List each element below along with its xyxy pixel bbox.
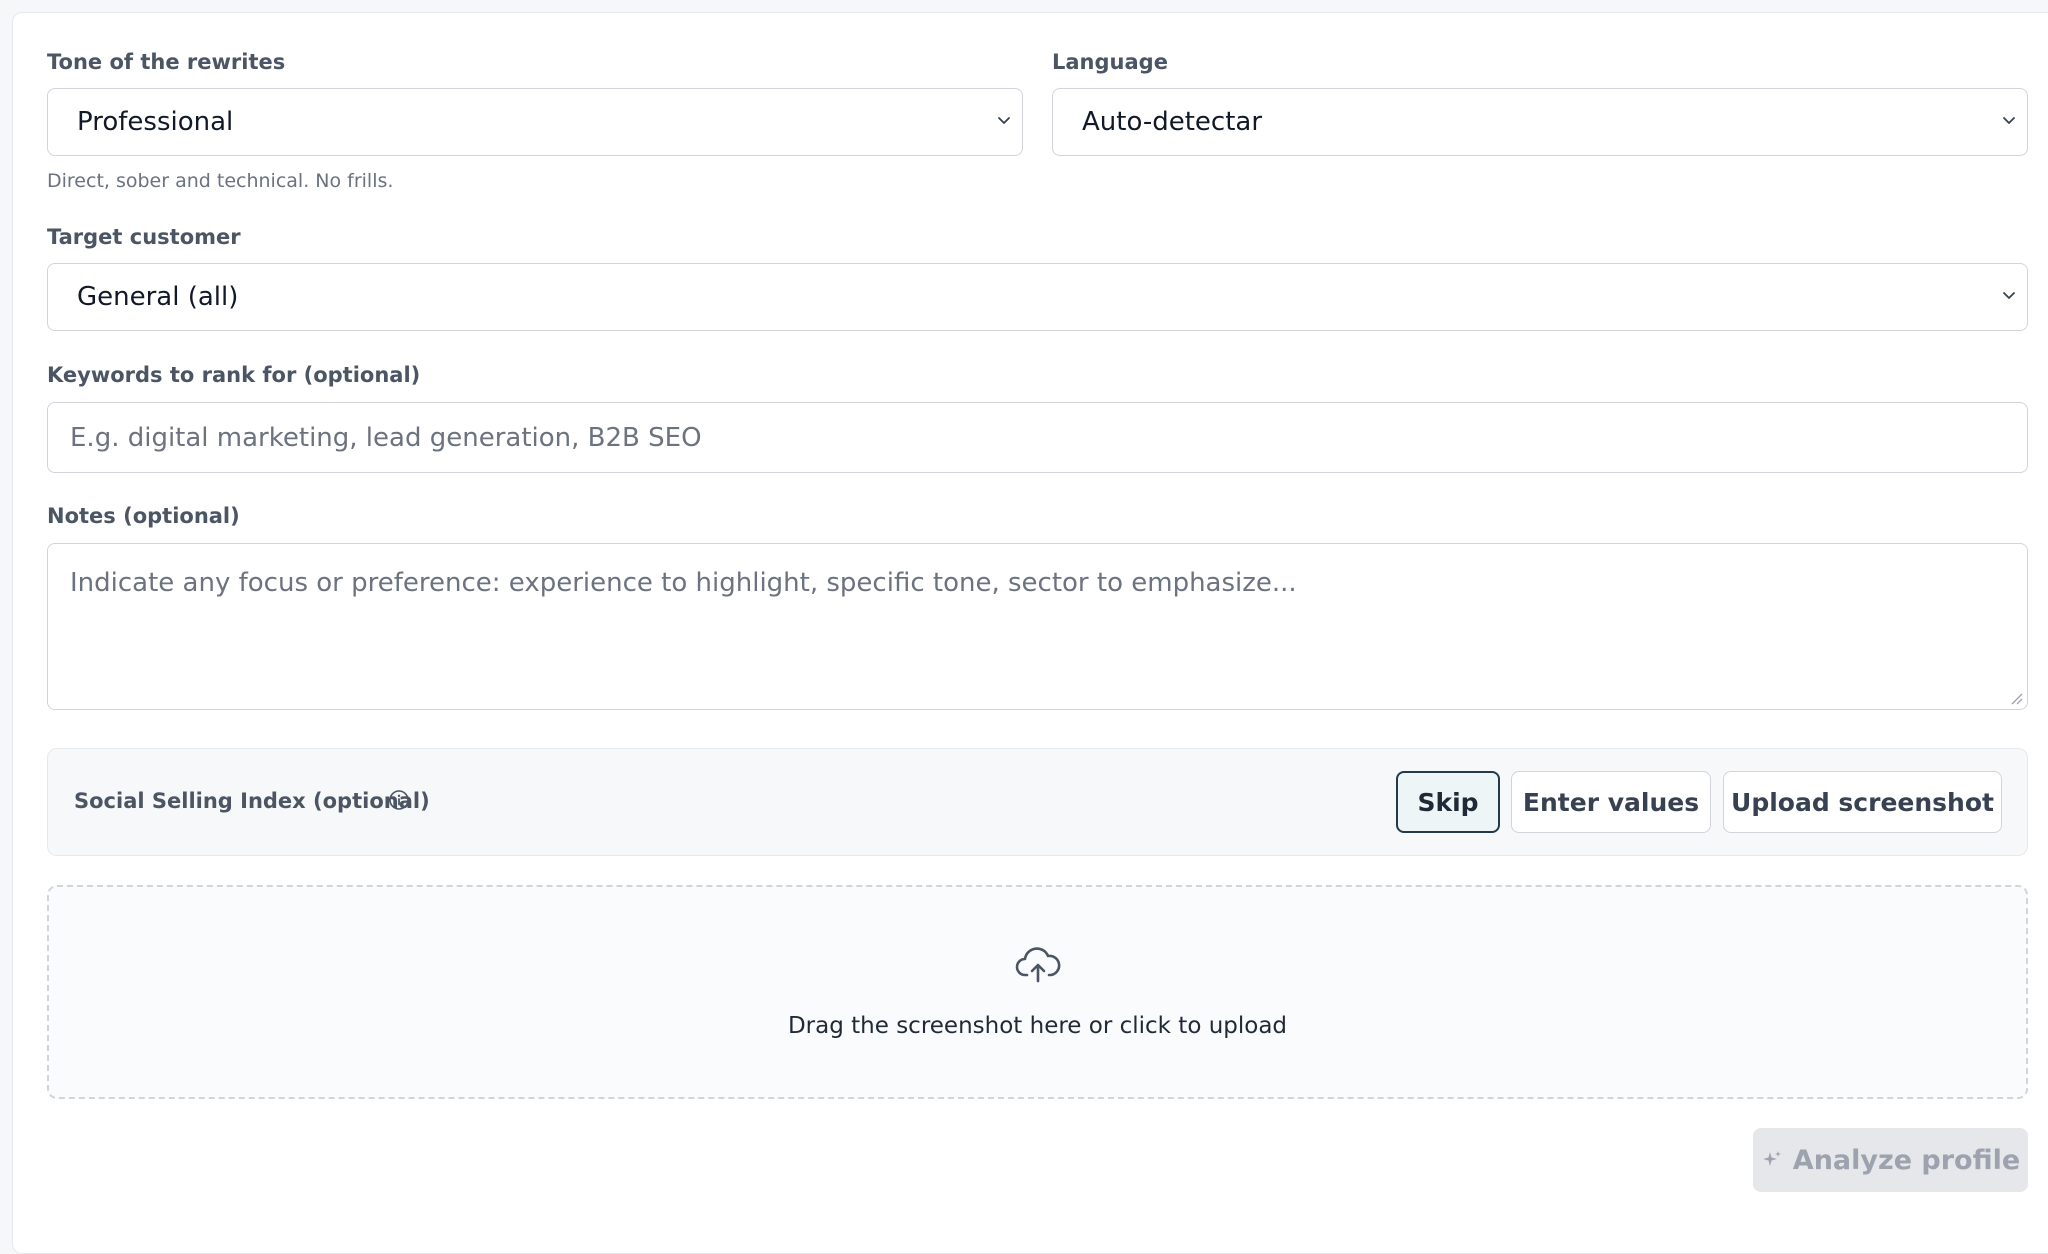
dropzone-text: Drag the screenshot here or click to upl… — [787, 1013, 1288, 1039]
keywords-input[interactable]: E.g. digital marketing, lead generation,… — [47, 402, 2028, 473]
ssi-skip-button[interactable]: Skip — [1396, 771, 1500, 833]
keywords-label: Keywords to rank for (optional) — [47, 363, 421, 387]
language-select-value: Auto-detectar — [1082, 107, 1263, 137]
chevron-down-icon — [2003, 117, 2015, 124]
ssi-panel: Social Selling Index (optional) Skip Ent… — [47, 748, 2028, 856]
chevron-down-icon — [2003, 292, 2015, 299]
tone-label: Tone of the rewrites — [47, 50, 286, 74]
analyze-profile-button[interactable]: Analyze profile — [1753, 1128, 2028, 1192]
ssi-enter-values-button[interactable]: Enter values — [1511, 771, 1711, 833]
chevron-down-icon — [998, 117, 1010, 124]
language-select[interactable]: Auto-detectar — [1052, 88, 2028, 156]
keywords-placeholder: E.g. digital marketing, lead generation,… — [70, 422, 702, 453]
notes-label: Notes (optional) — [47, 504, 240, 528]
language-label: Language — [1052, 50, 1168, 74]
sparkle-icon — [1762, 1151, 1781, 1166]
target-customer-select[interactable]: General (all) — [47, 263, 2028, 331]
tone-help-text: Direct, sober and technical. No frills. — [47, 170, 394, 192]
tone-select-value: Professional — [77, 107, 234, 137]
target-customer-select-value: General (all) — [77, 282, 239, 312]
ssi-upload-screenshot-button[interactable]: Upload screenshot — [1723, 771, 2002, 833]
notes-textarea[interactable]: Indicate any focus or preference: experi… — [47, 543, 2028, 710]
resize-handle-icon[interactable] — [2009, 691, 2023, 705]
ssi-label: Social Selling Index (optional) — [74, 789, 430, 813]
target-customer-label: Target customer — [47, 225, 241, 249]
screenshot-dropzone[interactable]: Drag the screenshot here or click to upl… — [47, 885, 2028, 1099]
notes-placeholder: Indicate any focus or preference: experi… — [70, 568, 1297, 598]
cloud-upload-icon — [1015, 947, 1060, 983]
info-icon[interactable] — [388, 789, 410, 811]
analyze-profile-label: Analyze profile — [1792, 1144, 2021, 1176]
tone-select[interactable]: Professional — [47, 88, 1023, 156]
